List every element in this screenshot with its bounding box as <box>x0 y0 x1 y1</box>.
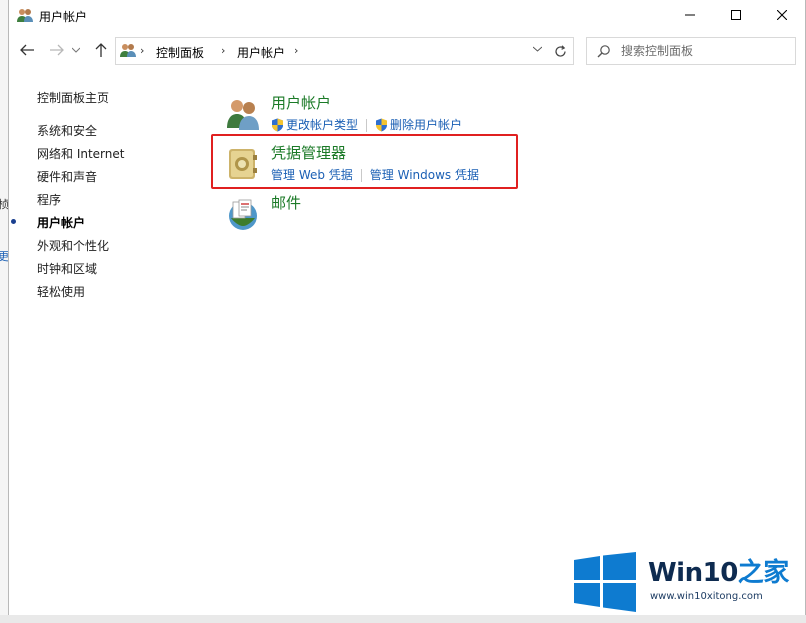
windows-logo-icon <box>574 552 636 612</box>
forward-button[interactable] <box>47 40 67 60</box>
sidebar-item-clock-region[interactable]: 时钟和区域 <box>37 260 97 277</box>
control-panel-window: 用户帐户 › 控制面板 › 用户帐户 › 搜索控制面板 控制面板主页 系统和安全… <box>8 0 806 616</box>
watermark-brand-a: Win10 <box>648 558 738 588</box>
users-icon <box>227 100 259 130</box>
link-remove-user-accounts[interactable]: 删除用户帐户 <box>390 118 462 132</box>
minimize-button[interactable] <box>667 0 713 30</box>
watermark-brand: Win10之家 <box>648 552 789 589</box>
maximize-button[interactable] <box>713 0 759 30</box>
sidebar-item-system-security[interactable]: 系统和安全 <box>37 122 97 139</box>
maximize-icon <box>731 10 741 20</box>
category-links: 更改帐户类型 删除用户帐户 <box>271 116 462 133</box>
search-input[interactable] <box>619 41 793 61</box>
chevron-down-icon[interactable] <box>533 46 542 52</box>
chevron-right-icon[interactable]: › <box>294 44 298 57</box>
sidebar-item-ease-of-access[interactable]: 轻松使用 <box>37 283 85 300</box>
link-divider <box>360 169 362 182</box>
sidebar-item-user-accounts[interactable]: 用户帐户 <box>37 214 85 231</box>
link-manage-web-credentials[interactable]: 管理 Web 凭据 <box>271 168 353 182</box>
users-icon <box>120 44 136 57</box>
uac-shield-icon <box>272 118 283 132</box>
breadcrumb-user-accounts[interactable]: 用户帐户 <box>237 44 285 61</box>
sidebar-item-appearance[interactable]: 外观和个性化 <box>37 237 109 254</box>
minimize-icon <box>685 14 695 16</box>
sidebar-item-hardware-sound[interactable]: 硬件和声音 <box>37 168 97 185</box>
watermark-brand-b: 之家 <box>737 558 790 588</box>
refresh-icon <box>554 44 566 57</box>
category-title-mail[interactable]: 邮件 <box>271 192 301 213</box>
background-window-strip: 桢 更 <box>0 0 9 623</box>
link-divider <box>366 119 368 132</box>
navigation-bar: › 控制面板 › 用户帐户 › <box>9 34 805 68</box>
link-change-account-type[interactable]: 更改帐户类型 <box>286 118 358 132</box>
address-bar[interactable]: › 控制面板 › 用户帐户 › <box>115 37 549 65</box>
arrow-right-icon <box>50 44 64 56</box>
breadcrumb-control-panel[interactable]: 控制面板 <box>156 44 204 61</box>
up-button[interactable] <box>91 40 111 60</box>
arrow-left-icon <box>20 44 34 56</box>
category-title-user-accounts[interactable]: 用户帐户 <box>271 92 331 113</box>
search-icon <box>597 45 610 58</box>
mail-icon <box>229 199 257 230</box>
uac-shield-icon <box>376 118 388 132</box>
category-links: 管理 Web 凭据 管理 Windows 凭据 <box>271 166 479 183</box>
close-icon <box>777 10 787 20</box>
search-box[interactable] <box>586 37 796 65</box>
watermark: Win10之家 www.win10xitong.com <box>574 551 800 615</box>
arrow-up-icon <box>95 43 107 57</box>
category-title-credential-manager[interactable]: 凭据管理器 <box>271 142 346 163</box>
current-item-bullet <box>11 219 16 224</box>
window-title: 用户帐户 <box>39 10 88 24</box>
watermark-url: www.win10xitong.com <box>650 591 763 602</box>
sidebar-item-programs[interactable]: 程序 <box>37 191 61 208</box>
chevron-down-icon <box>72 47 80 53</box>
title-bar: 用户帐户 <box>9 0 805 30</box>
sidebar-item-home[interactable]: 控制面板主页 <box>37 89 109 106</box>
back-button[interactable] <box>17 40 37 60</box>
recent-locations-button[interactable] <box>69 40 83 60</box>
vault-icon <box>229 149 257 179</box>
chevron-right-icon[interactable]: › <box>140 44 144 57</box>
users-icon <box>17 9 33 22</box>
background-strip <box>0 615 806 623</box>
link-manage-windows-credentials[interactable]: 管理 Windows 凭据 <box>370 168 479 182</box>
refresh-button[interactable] <box>547 37 574 65</box>
sidebar-item-network-internet[interactable]: 网络和 Internet <box>37 145 124 162</box>
chevron-right-icon[interactable]: › <box>221 44 225 57</box>
close-button[interactable] <box>759 0 805 30</box>
